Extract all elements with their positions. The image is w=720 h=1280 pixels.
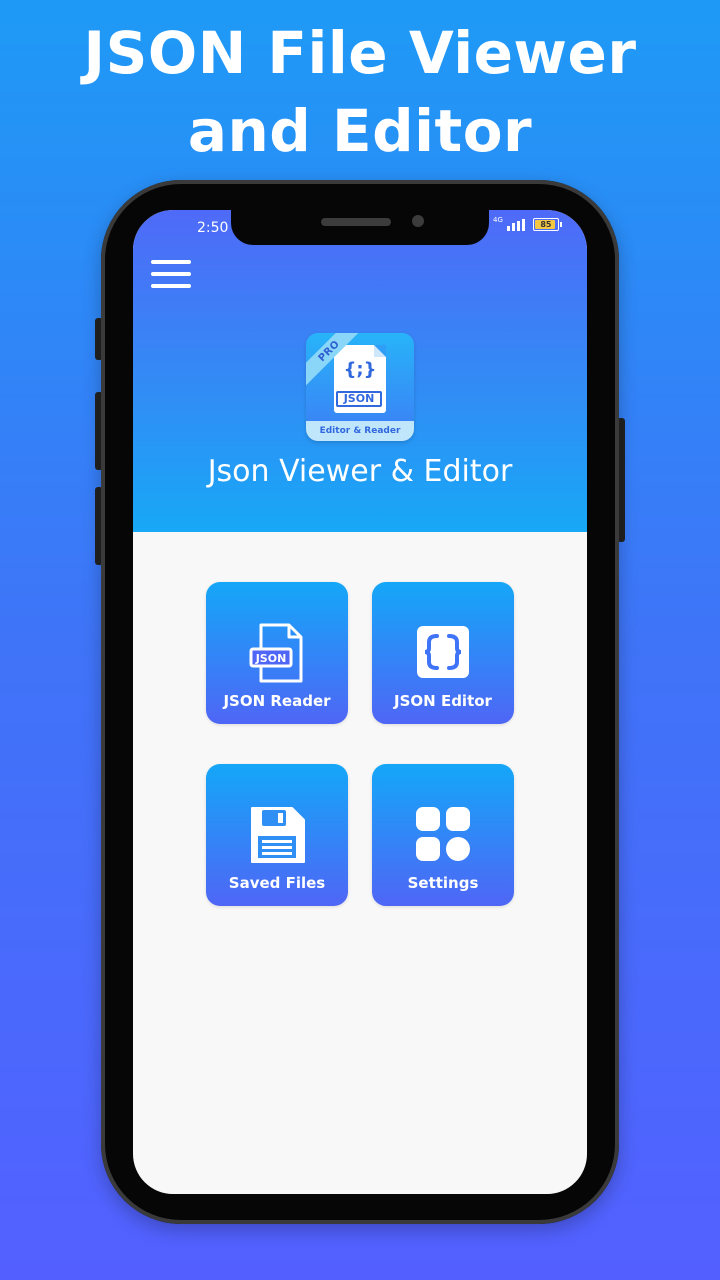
battery-level: 85 xyxy=(540,219,552,229)
saved-files-tile[interactable]: Saved Files xyxy=(206,764,348,906)
settings-tile[interactable]: Settings xyxy=(372,764,514,906)
tile-label: Saved Files xyxy=(228,874,326,892)
logo-braces: {;} xyxy=(343,359,377,380)
svg-text:JSON: JSON xyxy=(255,652,287,665)
promo-title-line-2: and Editor xyxy=(187,97,533,165)
front-camera xyxy=(412,215,424,227)
phone-notch xyxy=(231,210,489,245)
floppy-disk-icon xyxy=(206,804,348,866)
json-reader-tile[interactable]: JSON JSON Reader xyxy=(206,582,348,724)
tile-label: JSON Reader xyxy=(223,692,331,710)
tile-label: JSON Editor xyxy=(394,692,492,710)
hamburger-menu-icon[interactable] xyxy=(151,258,191,290)
grid-settings-icon xyxy=(372,806,514,862)
curly-braces-icon xyxy=(372,624,514,680)
status-time: 2:50 xyxy=(197,220,229,236)
tile-label: Settings xyxy=(407,874,479,892)
battery-icon: 85 xyxy=(532,218,562,231)
logo-band-label: Editor & Reader xyxy=(306,421,414,441)
json-file-icon: JSON xyxy=(206,622,348,684)
app-title: Json Viewer & Editor xyxy=(207,454,513,489)
json-editor-tile[interactable]: JSON Editor xyxy=(372,582,514,724)
speaker-grille xyxy=(321,218,391,226)
app-logo: {;} JSON PRO Editor & Reader xyxy=(306,333,414,441)
promo-title: JSON File Viewer and Editor xyxy=(0,14,720,170)
phone-screen: 2:50 4G 85 {;} JSON PRO Editor & Reader … xyxy=(133,210,587,1194)
promo-title-line-1: JSON File Viewer xyxy=(83,19,637,87)
logo-json-label: JSON xyxy=(336,391,382,407)
signal-strength-icon xyxy=(506,218,525,231)
status-icons: 4G 85 xyxy=(493,215,562,231)
logo-document-icon: {;} JSON xyxy=(334,345,386,413)
network-type-label: 4G xyxy=(493,215,503,224)
app-header: 2:50 4G 85 {;} JSON PRO Editor & Reader … xyxy=(133,210,587,532)
